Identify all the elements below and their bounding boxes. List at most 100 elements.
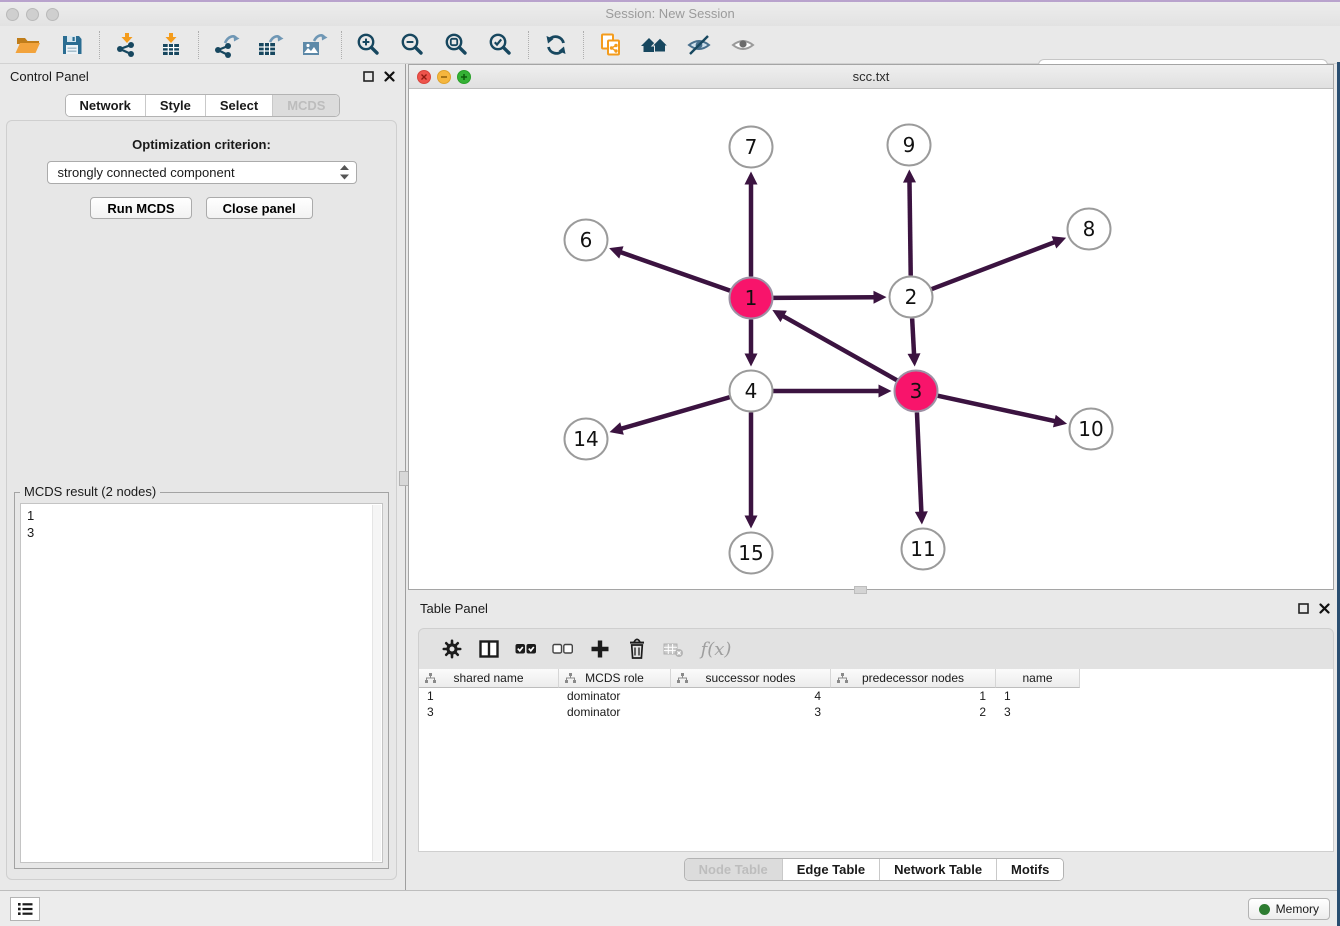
task-history-button[interactable] [10,897,40,921]
add-column-button[interactable] [581,634,618,664]
toolbar-separator [99,31,100,59]
unchecked-boxes-icon [552,643,573,655]
save-session-button[interactable] [50,29,94,61]
control-panel-title: Control Panel [0,69,363,84]
graph-edge-2-8[interactable] [931,242,1056,290]
table-panel-title: Table Panel [408,601,1298,616]
graph-edge-3-10[interactable] [937,396,1056,422]
cell-successor-nodes[interactable]: 4 [671,688,831,704]
criterion-value: strongly connected component [58,165,340,180]
graph-edge-4-14[interactable] [620,397,730,429]
tab-node-table[interactable]: Node Table [685,859,782,880]
select-all-checkboxes-button[interactable] [507,634,544,664]
network-graph[interactable]: 7968124314101511 [409,89,1333,589]
tab-style[interactable]: Style [145,95,205,116]
refresh-view-button[interactable] [534,29,578,61]
cell-successor-nodes[interactable]: 3 [671,704,831,720]
function-builder-button[interactable]: f(x) [692,634,740,664]
optimization-criterion-label: Optimization criterion: [7,137,396,152]
table-settings-button[interactable] [433,634,470,664]
homes-icon [640,33,670,57]
fx-icon: f(x) [701,639,732,660]
cell-shared-name[interactable]: 3 [419,704,559,720]
graph-edge-2-3[interactable] [912,318,914,355]
memory-button[interactable]: Memory [1248,898,1330,920]
graph-edge-1-2[interactable] [772,297,875,298]
open-session-button[interactable] [6,29,50,61]
export-network-button[interactable] [204,29,248,61]
zoom-out-button[interactable] [391,29,435,61]
network-window-titlebar[interactable]: scc.txt [409,65,1333,89]
mcds-result-title: MCDS result (2 nodes) [20,484,160,499]
zoom-selected-button[interactable] [479,29,523,61]
float-table-panel-icon[interactable] [1298,603,1309,614]
tab-network-table[interactable]: Network Table [879,859,996,880]
memory-label: Memory [1276,902,1319,916]
graph-edge-2-9[interactable] [909,180,910,275]
column-visibility-button[interactable] [470,634,507,664]
cell-predecessor-nodes[interactable]: 1 [831,688,996,704]
export-image-button[interactable] [292,29,336,61]
import-network-icon [114,32,140,58]
column-header-name[interactable]: name [996,669,1080,688]
graph-edge-arrowhead [745,172,758,185]
cell-predecessor-nodes[interactable]: 2 [831,704,996,720]
horizontal-divider-grip[interactable] [854,586,867,594]
control-panel: Control Panel Network Style Select MCDS … [0,64,405,890]
table-row[interactable]: 3 dominator 3 2 3 [419,704,1333,720]
graph-edge-3-1[interactable] [782,315,897,380]
column-header-predecessor-nodes[interactable]: predecessor nodes [831,669,996,688]
tab-network[interactable]: Network [66,95,145,116]
cell-name[interactable]: 3 [996,704,1080,720]
tab-mcds[interactable]: MCDS [272,95,339,116]
close-panel-button[interactable]: Close panel [206,197,313,219]
result-scrollbar-track[interactable] [372,505,381,861]
tab-edge-table[interactable]: Edge Table [782,859,879,880]
criterion-dropdown[interactable]: strongly connected component [47,161,357,184]
deselect-all-checkboxes-button[interactable] [544,634,581,664]
network-canvas[interactable]: 7968124314101511 [409,89,1333,589]
column-header-successor-nodes[interactable]: successor nodes [671,669,831,688]
zoom-fit-button[interactable] [435,29,479,61]
memory-status-dot [1259,904,1270,915]
mcds-result-textarea[interactable]: 1 3 [20,503,383,863]
export-table-button[interactable] [248,29,292,61]
run-mcds-button[interactable]: Run MCDS [90,197,191,219]
column-header-shared-name[interactable]: shared name [419,669,559,688]
delete-table-button[interactable] [655,634,692,664]
node-table-header: shared name MCDS role successor nodes [419,669,1333,688]
hide-graphics-details-button[interactable] [677,29,721,61]
column-header-mcds-role[interactable]: MCDS role [559,669,671,688]
home-views-button[interactable] [633,29,677,61]
plus-icon [590,639,610,659]
tab-motifs[interactable]: Motifs [996,859,1063,880]
delete-column-button[interactable] [618,634,655,664]
close-panel-icon[interactable] [384,71,395,82]
status-bar: Memory [0,890,1340,926]
zoom-in-icon [356,32,382,58]
graph-edge-1-6[interactable] [619,252,730,291]
graph-edge-arrowhead [1053,415,1067,428]
cell-shared-name[interactable]: 1 [419,688,559,704]
import-network-button[interactable] [105,29,149,61]
float-panel-icon[interactable] [363,71,374,82]
copy-current-view-button[interactable] [589,29,633,61]
eye-icon [730,33,756,57]
control-panel-header: Control Panel [0,64,405,88]
graph-node-label-14: 14 [573,427,598,451]
zoom-in-button[interactable] [347,29,391,61]
list-icon [15,900,35,918]
cell-mcds-role[interactable]: dominator [559,704,671,720]
cell-mcds-role[interactable]: dominator [559,688,671,704]
cell-name[interactable]: 1 [996,688,1080,704]
tab-select[interactable]: Select [205,95,272,116]
hierarchy-icon [425,673,436,684]
close-table-panel-icon[interactable] [1319,603,1330,614]
table-row[interactable]: 1 dominator 4 1 1 [419,688,1333,704]
table-tabbar: Node Table Edge Table Network Table Moti… [408,858,1340,881]
graph-edge-arrowhead [610,422,624,434]
import-table-button[interactable] [149,29,193,61]
show-graphics-details-button[interactable] [721,29,765,61]
graph-edge-3-11[interactable] [917,412,921,513]
graph-node-label-7: 7 [745,135,758,159]
